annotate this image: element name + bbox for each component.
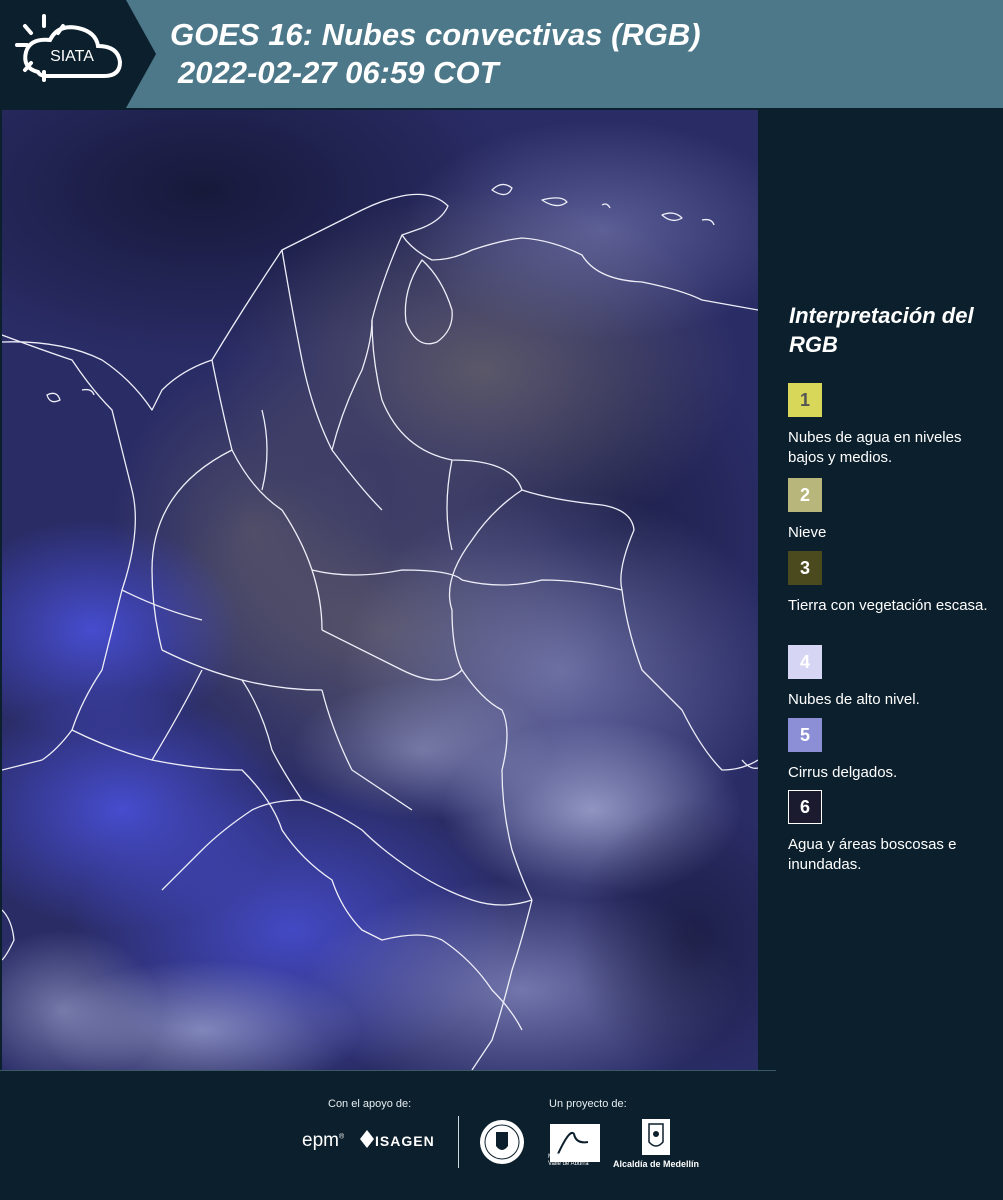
legend-number: 2 xyxy=(799,484,810,505)
legend-item: 1 Nubes de agua en niveles bajos y medio… xyxy=(788,383,998,468)
alcaldia-label: Alcaldía de Medellín xyxy=(613,1159,700,1169)
legend-number: 1 xyxy=(799,389,810,410)
footer-divider xyxy=(0,1070,776,1071)
alcaldia-shield-icon xyxy=(642,1119,670,1155)
legend-number: 6 xyxy=(799,796,810,817)
title-line-2: 2022-02-27 06:59 COT xyxy=(178,55,499,90)
legend-label: Tierra con vegetación escasa. xyxy=(788,597,988,614)
legend-panel: Interpretación del RGB 1 Nubes de agua e… xyxy=(776,108,1003,1068)
legend-swatch: 5 xyxy=(788,718,822,752)
legend-swatch: 6 xyxy=(788,790,822,824)
support-label: Con el apoyo de: xyxy=(328,1098,412,1110)
page-title: GOES 16: Nubes convectivas (RGB) 2022-02… xyxy=(170,16,701,92)
legend-number: 4 xyxy=(799,651,810,672)
legend-number: 3 xyxy=(799,557,810,578)
legend-item: 2 Nieve xyxy=(788,478,998,543)
legend-swatch: 2 xyxy=(788,478,822,512)
area-text-line1: METROPOLITANA xyxy=(548,1154,599,1160)
legend-item: 6 Agua y áreas boscosas e inundadas. xyxy=(788,790,998,875)
logo-text: SIATA xyxy=(50,48,94,65)
epm-logo: epm® xyxy=(302,1130,345,1151)
footer-separator xyxy=(458,1116,459,1168)
legend-label: Nubes de agua en niveles bajos y medios. xyxy=(788,429,962,466)
legend-title: Interpretación del RGB xyxy=(789,303,974,357)
medellin-seal-icon xyxy=(480,1120,524,1164)
legend-label: Nieve xyxy=(788,524,827,541)
satellite-map xyxy=(2,110,758,1070)
legend-label: Cirrus delgados. xyxy=(788,764,898,781)
siata-logo: SIATA xyxy=(0,0,156,108)
legend-label: Nubes de alto nivel. xyxy=(788,691,920,708)
area-text-line2: Valle de Aburrá xyxy=(548,1161,589,1167)
isagen-icon xyxy=(360,1130,374,1148)
legend-number: 5 xyxy=(799,724,810,745)
area-text: METROPOLITANA Valle de Aburrá xyxy=(548,1154,599,1168)
legend-swatch: 3 xyxy=(788,551,822,585)
isagen-logo: ISAGEN xyxy=(375,1133,435,1149)
header-bar: SIATA GOES 16: Nubes convectivas (RGB) 2… xyxy=(0,0,1003,108)
project-label: Un proyecto de: xyxy=(549,1098,627,1110)
legend-item: 3 Tierra con vegetación escasa. xyxy=(788,551,998,616)
legend-swatch: 1 xyxy=(788,383,822,417)
legend-item: 4 Nubes de alto nivel. xyxy=(788,645,998,710)
epm-text: epm xyxy=(302,1130,339,1151)
legend-item: 5 Cirrus delgados. xyxy=(788,718,998,783)
title-line-1: GOES 16: Nubes convectivas (RGB) xyxy=(170,17,701,52)
legend-label: Agua y áreas boscosas e inundadas. xyxy=(788,836,957,873)
footer: Con el apoyo de: Un proyecto de: epm® IS… xyxy=(0,1070,1003,1200)
legend-swatch: 4 xyxy=(788,645,822,679)
